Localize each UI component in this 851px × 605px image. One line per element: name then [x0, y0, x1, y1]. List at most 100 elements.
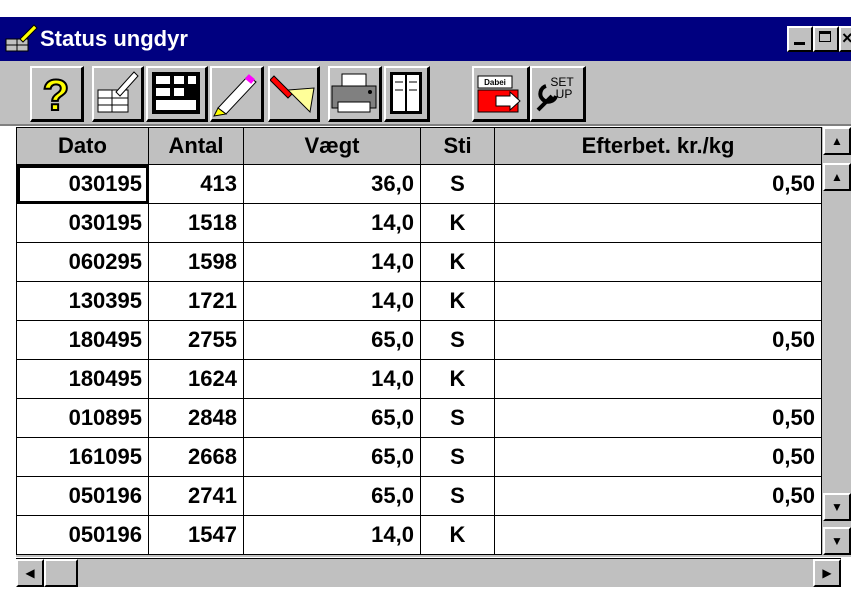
table-row[interactable]: 180495 1624 14,0 K — [16, 359, 822, 399]
cell-efterbet[interactable] — [494, 242, 822, 282]
table-row[interactable]: 010895 2848 65,0 S 0,50 — [16, 398, 822, 438]
cell-antal[interactable]: 2741 — [148, 476, 244, 516]
cell-efterbet[interactable] — [494, 359, 822, 399]
svg-text:UP: UP — [556, 87, 573, 101]
status-ungdyr-window: Status ungdyr × ? Dabei SET UP Dato Anta… — [0, 17, 851, 605]
table-row[interactable]: 161095 2668 65,0 S 0,50 — [16, 437, 822, 477]
cell-sti[interactable]: S — [420, 320, 495, 360]
status-table: Dato Antal Vægt Sti Efterbet. kr./kg 030… — [16, 127, 822, 555]
cell-antal[interactable]: 413 — [148, 164, 244, 204]
title-bar[interactable]: Status ungdyr × — [0, 17, 851, 61]
scroll-up-button[interactable]: ▲ — [823, 163, 851, 191]
cell-efterbet[interactable]: 0,50 — [494, 320, 822, 360]
cell-sti[interactable]: K — [420, 359, 495, 399]
cell-dato[interactable]: 010895 — [16, 398, 149, 438]
cell-vaegt[interactable]: 65,0 — [243, 398, 421, 438]
window-title: Status ungdyr — [40, 26, 188, 51]
cell-efterbet[interactable]: 0,50 — [494, 476, 822, 516]
cell-sti[interactable]: K — [420, 281, 495, 321]
horizontal-scroll-thumb[interactable] — [44, 559, 78, 587]
cell-efterbet[interactable] — [494, 281, 822, 321]
maximize-button[interactable] — [813, 26, 839, 52]
column-header-efterbet[interactable]: Efterbet. kr./kg — [494, 127, 822, 165]
columns-button[interactable] — [384, 66, 430, 122]
cell-vaegt[interactable]: 36,0 — [243, 164, 421, 204]
pencil-button[interactable] — [210, 66, 264, 122]
cell-antal[interactable]: 1624 — [148, 359, 244, 399]
cell-vaegt[interactable]: 65,0 — [243, 320, 421, 360]
column-header-vaegt[interactable]: Vægt — [243, 127, 421, 165]
table-row[interactable]: 130395 1721 14,0 K — [16, 281, 822, 321]
scroll-left-button[interactable]: ◀ — [16, 559, 44, 587]
cell-antal[interactable]: 1598 — [148, 242, 244, 282]
printer-icon — [331, 73, 377, 113]
maximize-icon — [819, 31, 831, 42]
cell-efterbet[interactable]: 0,50 — [494, 164, 822, 204]
table-row[interactable]: 030195 413 36,0 S 0,50 — [16, 164, 822, 204]
table-row[interactable]: 050196 2741 65,0 S 0,50 — [16, 476, 822, 516]
cell-sti[interactable]: S — [420, 398, 495, 438]
scroll-bottom-icon: ▼ — [831, 534, 843, 548]
scroll-right-button[interactable]: ▶ — [813, 559, 841, 587]
cell-dato[interactable]: 030195 — [16, 203, 149, 243]
cell-vaegt[interactable]: 14,0 — [243, 281, 421, 321]
scroll-down-button[interactable]: ▼ — [823, 493, 851, 521]
cell-vaegt[interactable]: 14,0 — [243, 203, 421, 243]
cell-sti[interactable]: S — [420, 437, 495, 477]
edit-record-icon — [97, 71, 139, 113]
cell-vaegt[interactable]: 65,0 — [243, 437, 421, 477]
cell-vaegt[interactable]: 65,0 — [243, 476, 421, 516]
data-grid: Dato Antal Vægt Sti Efterbet. kr./kg 030… — [16, 127, 851, 557]
setup-button[interactable]: SET UP — [530, 66, 586, 122]
cell-dato[interactable]: 161095 — [16, 437, 149, 477]
cell-efterbet[interactable] — [494, 515, 822, 555]
edit-record-button[interactable] — [92, 66, 144, 122]
cell-antal[interactable]: 1547 — [148, 515, 244, 555]
scroll-top-button[interactable]: ▲ — [823, 127, 851, 155]
cell-sti[interactable]: K — [420, 203, 495, 243]
cell-dato[interactable]: 180495 — [16, 320, 149, 360]
help-button[interactable]: ? — [30, 66, 84, 122]
cell-antal[interactable]: 1518 — [148, 203, 244, 243]
minimize-button[interactable] — [787, 26, 813, 52]
cell-vaegt[interactable]: 14,0 — [243, 515, 421, 555]
table-row[interactable]: 060295 1598 14,0 K — [16, 242, 822, 282]
cell-antal[interactable]: 2848 — [148, 398, 244, 438]
table-row[interactable]: 050196 1547 14,0 K — [16, 515, 822, 555]
horizontal-scrollbar[interactable]: ◀ ▶ — [16, 558, 841, 587]
cell-dato[interactable]: 050196 — [16, 476, 149, 516]
column-header-sti[interactable]: Sti — [420, 127, 495, 165]
minimize-icon — [794, 42, 805, 45]
flashlight-button[interactable] — [268, 66, 320, 122]
column-header-dato[interactable]: Dato — [16, 127, 149, 165]
cell-efterbet[interactable]: 0,50 — [494, 398, 822, 438]
cell-vaegt[interactable]: 14,0 — [243, 359, 421, 399]
vertical-scrollbar[interactable]: ▲ ▲ ▼ ▼ — [823, 127, 851, 556]
column-header-antal[interactable]: Antal — [148, 127, 244, 165]
close-button[interactable]: × — [839, 26, 851, 52]
cell-sti[interactable]: K — [420, 242, 495, 282]
cell-antal[interactable]: 1721 — [148, 281, 244, 321]
cell-dato[interactable]: 030195 — [16, 164, 149, 204]
table-row[interactable]: 030195 1518 14,0 K — [16, 203, 822, 243]
cell-sti[interactable]: S — [420, 164, 495, 204]
cell-dato[interactable]: 180495 — [16, 359, 149, 399]
exit-button[interactable]: Dabei — [472, 66, 530, 122]
cell-efterbet[interactable] — [494, 203, 822, 243]
cell-sti[interactable]: S — [420, 476, 495, 516]
cell-dato[interactable]: 050196 — [16, 515, 149, 555]
cell-vaegt[interactable]: 14,0 — [243, 242, 421, 282]
cell-antal[interactable]: 2755 — [148, 320, 244, 360]
cell-dato[interactable]: 060295 — [16, 242, 149, 282]
close-icon: × — [842, 28, 851, 48]
calculator-button[interactable] — [146, 66, 208, 122]
cell-efterbet[interactable]: 0,50 — [494, 437, 822, 477]
printer-button[interactable] — [328, 66, 382, 122]
cell-sti[interactable]: K — [420, 515, 495, 555]
help-icon: ? — [42, 70, 71, 121]
cell-antal[interactable]: 2668 — [148, 437, 244, 477]
cell-dato[interactable]: 130395 — [16, 281, 149, 321]
arrow-down-icon: ▼ — [831, 500, 843, 514]
table-row[interactable]: 180495 2755 65,0 S 0,50 — [16, 320, 822, 360]
scroll-bottom-button[interactable]: ▼ — [823, 527, 851, 555]
